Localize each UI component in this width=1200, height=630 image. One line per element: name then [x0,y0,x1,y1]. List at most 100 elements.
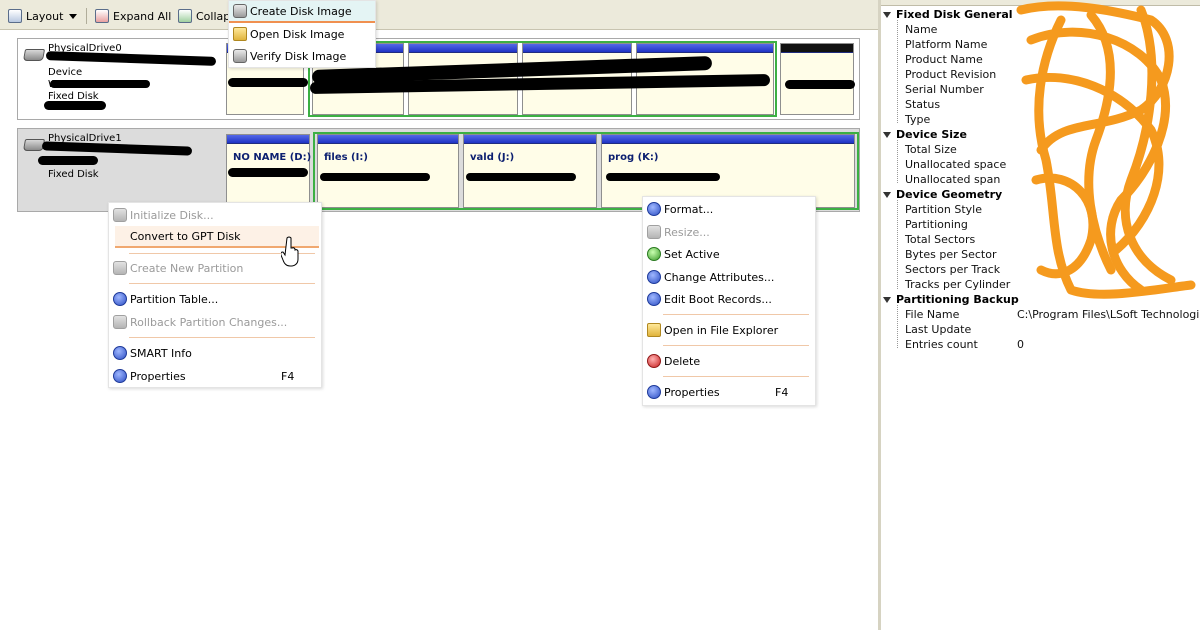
smart-info-item[interactable]: SMART Info [109,342,321,364]
category-title: Device Size [896,128,967,141]
expand-all-label: Expand All [113,9,172,23]
menu-item-label: Change Attributes... [664,270,775,284]
expand-all-icon [95,9,109,23]
initialize-disk-item[interactable]: Initialize Disk... [109,204,321,226]
partition-table-item[interactable]: Partition Table... [109,288,321,310]
change-attributes-item[interactable]: Change Attributes... [643,266,815,288]
menu-separator [663,345,809,346]
hand-pointer-icon [281,236,299,267]
drive-0-line-device: Device [48,67,83,78]
folder-icon [647,323,661,337]
prop-key: Unallocated span [905,173,1001,186]
prop-key: Unallocated space [905,158,1007,171]
redaction-scribble [785,80,855,89]
properties-icon [113,369,127,383]
disk-properties-item[interactable]: Properties F4 [109,365,321,387]
prop-key: Partition Style [905,203,982,216]
prop-key: Total Sectors [905,233,976,246]
redaction-scribble [228,78,308,87]
menu-item-label: Verify Disk Image [250,49,347,63]
category-device-geometry[interactable]: Device Geometry [883,187,1002,202]
create-disk-image-item[interactable]: Create Disk Image [229,1,375,23]
prop-key: Serial Number [905,83,984,96]
partition-table-icon [113,292,127,306]
menu-item-label: Initialize Disk... [130,208,214,222]
layout-icon [8,9,22,23]
delete-icon [647,354,661,368]
redaction-scribble [320,173,430,181]
properties-panel: Fixed Disk General Name Platform Name Pr… [878,0,1200,630]
collapse-triangle-icon [883,11,891,18]
category-partitioning-backup[interactable]: Partitioning Backup [883,292,1019,307]
verify-image-icon [233,49,247,63]
hard-disk-icon [22,49,46,61]
menu-item-label: Edit Boot Records... [664,292,772,306]
menu-item-label: Create Disk Image [250,4,352,18]
verify-disk-image-item[interactable]: Verify Disk Image [229,45,375,67]
drive-1-partition-j[interactable]: vald (J:) [463,134,597,208]
drive-1-partition-i[interactable]: files (I:) [317,134,459,208]
set-active-item[interactable]: Set Active [643,243,815,265]
open-disk-image-item[interactable]: Open Disk Image [229,23,375,45]
tree-line [897,305,898,349]
prop-key: Platform Name [905,38,988,51]
prop-key: Partitioning [905,218,968,231]
menu-item-label: Properties [664,385,720,399]
menu-separator [129,283,315,284]
menu-item-label: Resize... [664,225,710,239]
prop-key: Total Size [905,143,957,156]
category-fixed-disk-general[interactable]: Fixed Disk General [883,7,1013,22]
prop-key: Last Update [905,323,972,336]
change-attributes-icon [647,270,661,284]
open-in-explorer-item[interactable]: Open in File Explorer [643,319,815,341]
partition-cap [602,135,854,144]
category-title: Fixed Disk General [896,8,1013,21]
menu-separator [663,314,809,315]
shortcut-f4: F4 [775,385,789,399]
partition-cap [637,44,773,53]
collapse-triangle-icon [883,191,891,198]
redaction-scribble [1016,1,1196,299]
tree-line [897,140,898,184]
partition-label: prog (K:) [608,152,659,163]
drive-1-line-type: Fixed Disk [48,169,99,180]
collapse-triangle-icon [883,296,891,303]
partition-cap [781,44,853,53]
prop-key: Sectors per Track [905,263,1001,276]
info-icon [113,346,127,360]
prop-key: Bytes per Sector [905,248,997,261]
drive-0-unallocated[interactable] [780,43,854,115]
initialize-disk-icon [113,208,127,222]
category-title: Device Geometry [896,188,1003,201]
rollback-partition-item[interactable]: Rollback Partition Changes... [109,311,321,333]
delete-item[interactable]: Delete [643,350,815,372]
partition-properties-item[interactable]: Properties F4 [643,381,815,403]
menu-item-label: Properties [130,369,186,383]
format-icon [647,202,661,216]
disk-image-icon [233,4,247,18]
partition-cap [409,44,517,53]
expand-all-button[interactable]: Expand All [95,8,171,24]
resize-icon [647,225,661,239]
format-item[interactable]: Format... [643,198,815,220]
menu-item-label: SMART Info [130,346,192,360]
properties-icon [647,385,661,399]
category-device-size[interactable]: Device Size [883,127,967,142]
edit-boot-records-item[interactable]: Edit Boot Records... [643,288,815,310]
redaction-scribble [466,173,576,181]
partition-cap [318,135,458,144]
layout-button[interactable]: Layout [8,8,78,24]
partition-cap [523,44,631,53]
resize-item[interactable]: Resize... [643,221,815,243]
prop-key: Name [905,23,938,36]
partition-label: NO NAME (D:) [233,152,312,163]
tree-line [897,20,898,124]
rollback-icon [113,315,127,329]
menu-item-label: Delete [664,354,701,368]
menu-separator [129,337,315,338]
redaction-scribble [38,156,98,165]
create-partition-icon [113,261,127,275]
edit-boot-records-icon [647,292,661,306]
partition-context-menu: Format... Resize... Set Active Change At… [642,196,816,406]
redaction-scribble [606,173,720,181]
